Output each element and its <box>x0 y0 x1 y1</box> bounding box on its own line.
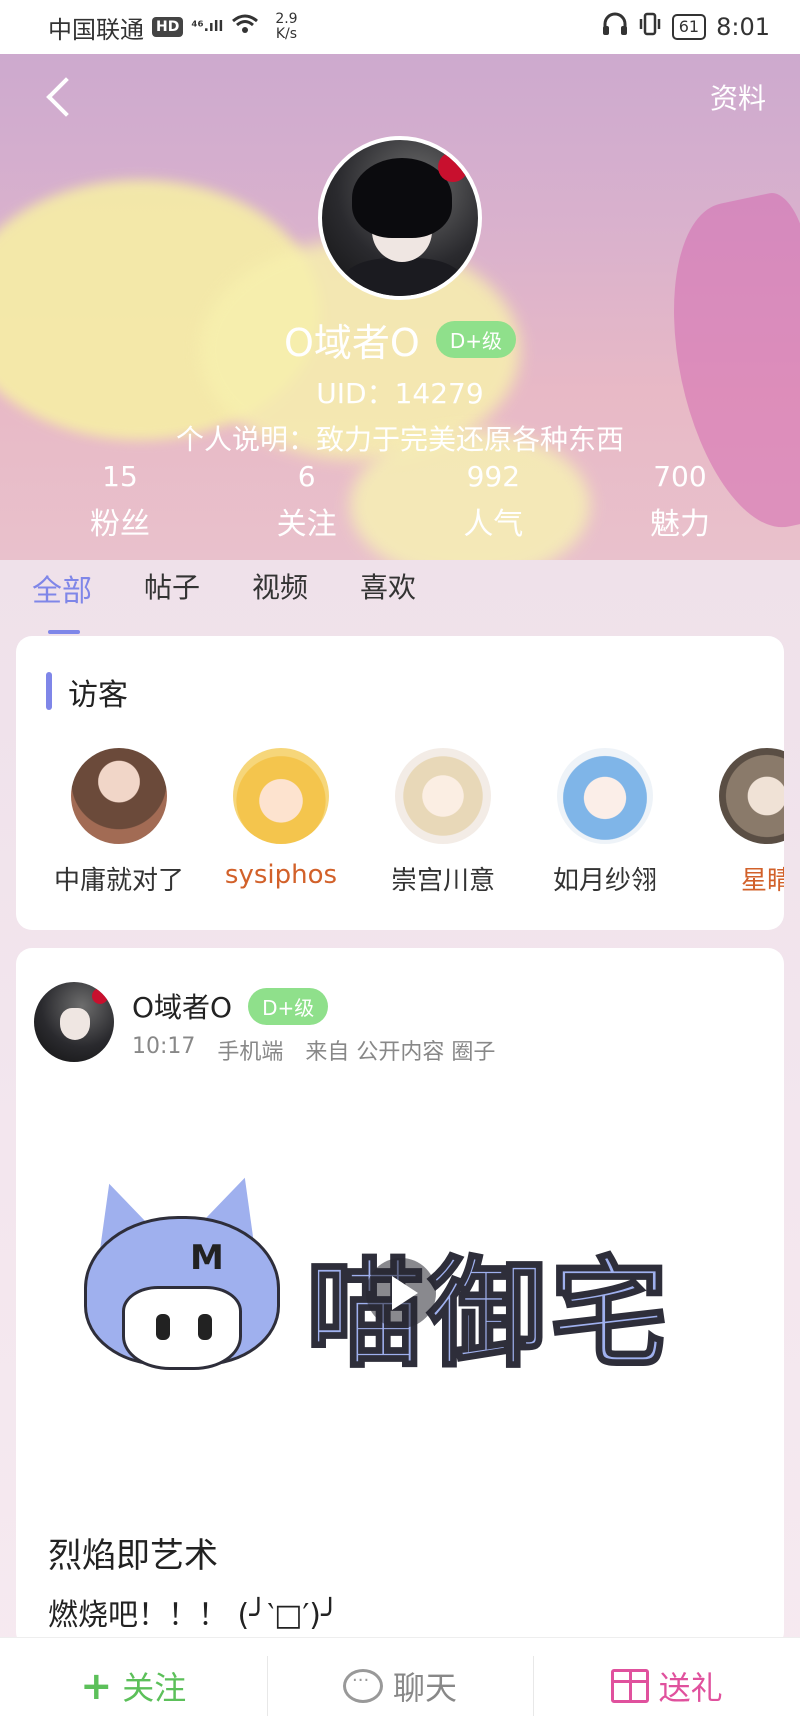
stat-label: 粉丝 <box>90 507 150 542</box>
visitors-card: 访客 中庸就对了 sysiphos 崇宫川意 如月纱翎 星睛 <box>16 636 784 930</box>
video-brand-logo: 喵御宅 <box>304 1244 673 1385</box>
gift-button[interactable]: 送礼 <box>533 1638 800 1733</box>
user-avatar[interactable] <box>318 136 482 300</box>
visitor-avatar <box>71 748 167 844</box>
back-arrow-icon[interactable] <box>40 77 80 117</box>
stat-fans[interactable]: 15 粉丝 <box>60 460 180 543</box>
user-id: UID：14279 <box>316 377 484 410</box>
network-speed-value: 2.9 <box>275 11 298 27</box>
avatar-flower <box>92 988 108 1004</box>
post-device: 手机端 <box>217 1040 284 1065</box>
post-card[interactable]: O域者O D+级 10:17 手机端 来自 公开内容 圈子 M 喵御宅 烈焰即艺… <box>16 948 784 1648</box>
level-badge: D+级 <box>435 321 516 358</box>
visitors-title: 访客 <box>46 670 128 714</box>
wifi-icon <box>231 13 259 41</box>
signal-icon: ⁴⁶.ıll <box>191 19 224 35</box>
tab-all[interactable]: 全部 <box>32 560 92 634</box>
visitor-name: 崇宫川意 <box>390 866 495 896</box>
user-bio: 个人说明：致力于完美还原各种东西 <box>175 423 624 456</box>
avatar-body <box>342 258 464 296</box>
gift-icon <box>610 1668 649 1703</box>
stat-label: 人气 <box>463 507 524 542</box>
mascot-face <box>122 1286 242 1370</box>
vibrate-icon <box>638 11 662 43</box>
post-title: 烈焰即艺术 <box>48 1536 218 1576</box>
visitor-item[interactable]: 崇宫川意 <box>362 748 524 897</box>
visitor-avatar <box>233 748 329 844</box>
tab-posts[interactable]: 帖子 <box>144 560 200 626</box>
visitor-avatar <box>395 748 491 844</box>
user-stats: 15 粉丝 6 关注 992 人气 700 魅力 <box>60 460 740 543</box>
avatar-flower <box>438 152 468 182</box>
gift-label: 送礼 <box>658 1668 723 1707</box>
avatar-hair <box>352 158 452 238</box>
hd-badge: HD <box>152 17 184 37</box>
stat-value: 992 <box>466 460 521 493</box>
stat-following[interactable]: 6 关注 <box>247 460 367 543</box>
chat-button[interactable]: 聊天 <box>266 1638 534 1733</box>
post-time: 10:17 <box>132 1034 196 1059</box>
clock: 8:01 <box>716 13 770 41</box>
visitor-item[interactable]: 中庸就对了 <box>38 748 200 897</box>
mascot-eye <box>198 1314 212 1340</box>
headphone-icon <box>602 12 628 42</box>
visitor-name: sysiphos <box>224 860 338 890</box>
post-author-name[interactable]: O域者O <box>132 986 232 1026</box>
post-source[interactable]: 来自 公开内容 圈子 <box>305 1034 495 1066</box>
stat-value: 15 <box>102 460 138 493</box>
stat-value: 6 <box>297 460 316 493</box>
level-badge: D+级 <box>248 987 329 1025</box>
stat-value: 700 <box>653 460 707 493</box>
post-author-row: O域者O D+级 <box>132 986 329 1026</box>
chat-label: 聊天 <box>393 1668 458 1707</box>
stat-label: 关注 <box>276 507 337 542</box>
visitor-name: 星睛 <box>740 866 784 896</box>
stat-popularity: 992 人气 <box>433 460 553 543</box>
tab-likes[interactable]: 喜欢 <box>360 560 416 626</box>
network-speed: 2.9 K/s <box>275 12 297 42</box>
post-author-avatar[interactable] <box>34 982 114 1062</box>
post-meta: 10:17 手机端 来自 公开内容 圈子 <box>132 1034 495 1066</box>
username-row: O域者O D+级 <box>0 312 800 367</box>
follow-label: 关注 <box>122 1668 187 1707</box>
plus-icon: + <box>80 1663 113 1708</box>
avatar-face <box>60 1008 90 1040</box>
status-bar: 中国联通 HD ⁴⁶.ıll 2.9 K/s 61 8:01 <box>0 0 800 54</box>
visitor-item[interactable]: 如月纱翎 <box>524 748 686 897</box>
carrier-label: 中国联通 <box>48 15 144 44</box>
play-icon[interactable] <box>366 1258 436 1328</box>
tab-videos[interactable]: 视频 <box>252 560 308 626</box>
follow-button[interactable]: + 关注 <box>0 1638 267 1733</box>
network-speed-unit: K/s <box>275 26 298 42</box>
bottom-action-bar: + 关注 聊天 送礼 <box>0 1637 800 1733</box>
visitor-name: 中庸就对了 <box>53 866 184 896</box>
stat-charm: 700 魅力 <box>620 460 740 543</box>
visitor-avatar <box>719 748 784 844</box>
mascot-eye <box>156 1314 170 1340</box>
chat-bubble-icon <box>343 1668 383 1703</box>
visitor-item[interactable]: 星睛 <box>686 748 784 897</box>
mascot-m-mark: M <box>190 1238 224 1278</box>
post-body: 燃烧吧！！！ (╯‵□′)╯ <box>48 1598 340 1633</box>
username: O域者O <box>284 321 420 365</box>
video-thumbnail[interactable]: M 喵御宅 <box>16 1108 784 1468</box>
visitor-avatar <box>557 748 653 844</box>
visitor-name: 如月纱翎 <box>552 866 657 896</box>
stat-label: 魅力 <box>649 507 710 542</box>
profile-info-link[interactable]: 资料 <box>710 77 766 117</box>
mascot-logo: M <box>76 1167 282 1386</box>
battery-indicator: 61 <box>671 14 707 40</box>
visitor-list: 中庸就对了 sysiphos 崇宫川意 如月纱翎 星睛 <box>38 748 784 897</box>
content-tabs: 全部 帖子 视频 喜欢 <box>32 560 416 634</box>
top-nav: 资料 <box>0 54 800 140</box>
visitor-item[interactable]: sysiphos <box>200 748 362 897</box>
